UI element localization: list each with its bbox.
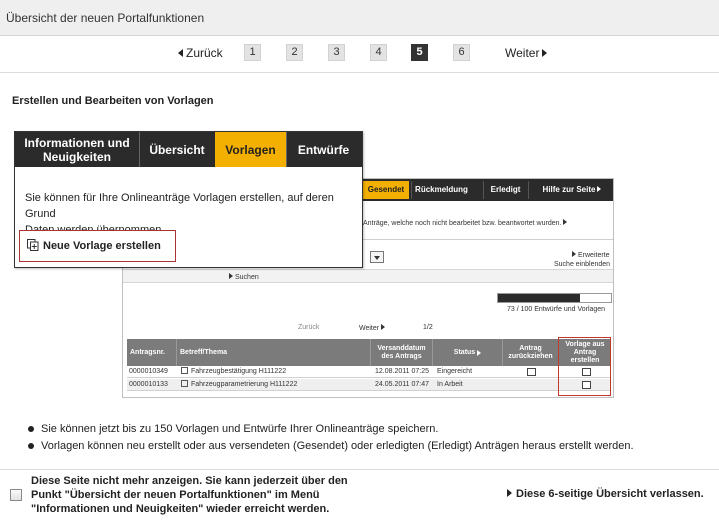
- example-progress-text: 73 / 100 Entwürfe und Vorlagen: [507, 306, 606, 313]
- table-row: 0000010349 Fahrzeugbestätigung H111222 1…: [127, 366, 611, 378]
- feature-bullets: Sie können jetzt bis zu 150 Vorlagen und…: [25, 421, 705, 455]
- example-tab-gesendet: Gesendet: [363, 181, 409, 199]
- page-header: Übersicht der neuen Portalfunktionen: [0, 0, 719, 36]
- cell-datum: 24.05.2011 07:47: [375, 381, 429, 388]
- cell-status: In Arbeit: [437, 381, 463, 388]
- divider: [0, 469, 719, 470]
- example-advanced-search: Erweiterte: [572, 251, 610, 259]
- col-versanddatum: Versanddatum des Antrags: [371, 339, 433, 366]
- tab-informationen: Informationen und Neuigkeiten: [24, 135, 130, 164]
- leave-overview-link[interactable]: Diese 6-seitige Übersicht verlassen.: [507, 488, 704, 500]
- example-advanced-search-2: Suche einblenden: [554, 261, 611, 268]
- example-pager-count: 1/2: [423, 324, 433, 331]
- chevron-right-icon: [507, 489, 512, 497]
- example-info-text: Anträge, welche noch nicht bearbeitet bz…: [363, 219, 568, 227]
- popup-nav: Informationen und Neuigkeiten Übersicht …: [15, 132, 362, 167]
- page-button-1[interactable]: 1: [244, 44, 261, 61]
- feature-popup: Informationen und Neuigkeiten Übersicht …: [14, 131, 363, 268]
- bullet-icon: [28, 443, 34, 449]
- example-dropdown: [370, 251, 384, 263]
- section-title: Erstellen und Bearbeiten von Vorlagen: [12, 95, 214, 107]
- tab-uebersicht: Übersicht: [139, 132, 214, 167]
- example-search-bar: Suchen: [123, 269, 613, 283]
- example-pager-prev: Zurück: [298, 324, 320, 331]
- cell-nr: 0000010133: [129, 381, 168, 388]
- example-progress-fill: [498, 294, 581, 302]
- dont-show-again-label: Diese Seite nicht mehr anzeigen. Sie kan…: [31, 475, 348, 515]
- col-betreff: Betreff/Thema: [177, 339, 371, 366]
- highlight-vorlage-column: [558, 337, 611, 396]
- page-title: Übersicht der neuen Portalfunktionen: [6, 11, 205, 25]
- cell-betreff: Fahrzeugbestätigung H111222: [181, 366, 286, 378]
- col-zurueckziehen: Antrag zurückziehen: [503, 339, 559, 366]
- page-button-3[interactable]: 3: [328, 44, 345, 61]
- page-button-6[interactable]: 6: [453, 44, 470, 61]
- cell-status: Eingereicht: [437, 368, 473, 375]
- example-tab-erledigt: Erledigt: [483, 181, 527, 199]
- example-table-header: Antragsnr. Betreff/Thema Versanddatum de…: [127, 339, 611, 366]
- divider: [0, 72, 719, 73]
- cell-nr: 0000010349: [129, 368, 168, 375]
- new-template-button[interactable]: Neue Vorlage erstellen: [19, 230, 176, 262]
- col-status: Status: [433, 339, 503, 366]
- example-pager-next: Weiter: [359, 324, 386, 332]
- bullet-icon: [28, 426, 34, 432]
- page-button-4[interactable]: 4: [370, 44, 387, 61]
- page-button-2[interactable]: 2: [286, 44, 303, 61]
- document-icon: [181, 380, 188, 387]
- prev-page-link[interactable]: Zurück: [178, 46, 223, 60]
- new-template-icon: [27, 239, 39, 251]
- cell-datum: 12.08.2011 07:25: [375, 368, 429, 375]
- example-search-label: Suchen: [229, 273, 259, 281]
- cell-betreff: Fahrzeugparametrierung H111222: [181, 379, 297, 391]
- example-progress-bar: [497, 293, 612, 303]
- chevron-right-icon: [542, 49, 548, 57]
- document-icon: [181, 367, 188, 374]
- new-template-label: Neue Vorlage erstellen: [43, 240, 161, 252]
- page-button-5-current[interactable]: 5: [411, 44, 428, 61]
- example-tab-rueckmeldung: Rückmeldung: [411, 181, 471, 199]
- withdraw-icon: [527, 368, 536, 376]
- pager: Zurück 1 2 3 4 5 6 Weiter: [0, 44, 719, 64]
- dont-show-again-checkbox[interactable]: [10, 489, 22, 501]
- list-item: Vorlagen können neu erstellt oder aus ve…: [25, 438, 705, 455]
- example-tab-hilfe: Hilfe zur Seite: [528, 181, 613, 199]
- tab-vorlagen: Vorlagen: [215, 132, 286, 167]
- table-row: 0000010133 Fahrzeugparametrierung H11122…: [127, 379, 611, 391]
- tab-entwuerfe: Entwürfe: [286, 132, 360, 167]
- next-page-link[interactable]: Weiter: [505, 46, 548, 60]
- list-item: Sie können jetzt bis zu 150 Vorlagen und…: [25, 421, 705, 438]
- chevron-left-icon: [178, 49, 183, 57]
- col-antragsnr: Antragsnr.: [127, 339, 177, 366]
